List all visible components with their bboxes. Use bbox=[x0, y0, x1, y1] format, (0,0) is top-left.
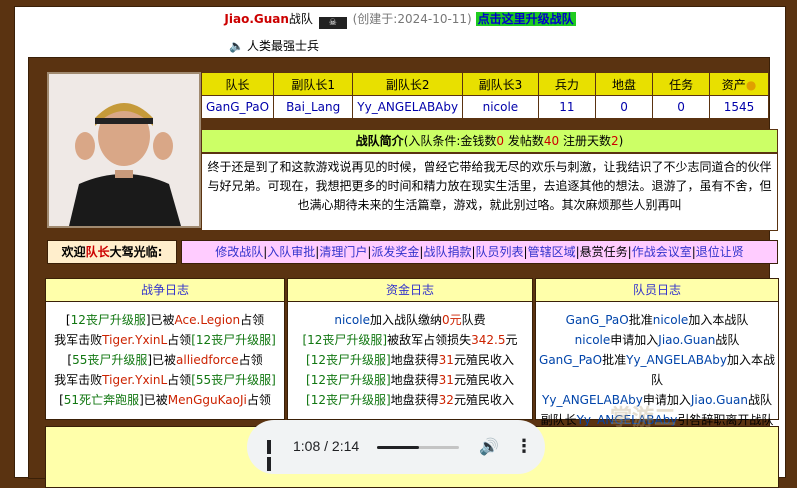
value-troops: 11 bbox=[537, 95, 597, 119]
header-leader: 队长 bbox=[200, 72, 275, 96]
war-log-title: 战争日志 bbox=[46, 279, 284, 302]
welcome-label: 欢迎队长大驾光临: bbox=[47, 240, 177, 264]
join-conditions: (入队条件:金钱数0 发帖数40 注册天数2) bbox=[403, 134, 624, 148]
upgrade-link[interactable]: 点击这里升级战队 bbox=[475, 12, 576, 26]
menu-edit-guild[interactable]: 修改战队 bbox=[215, 245, 263, 259]
info-value-row: GanG_PaO Bai_Lang Yy_ANGELABAby nicole 1… bbox=[200, 95, 769, 119]
header-vice1: 副队长1 bbox=[273, 72, 354, 96]
header-territory: 地盘 bbox=[595, 72, 654, 96]
war-log-line: [51死亡奔跑服]已被MenGguKaoJi占领 bbox=[59, 393, 271, 407]
menu-clean-members[interactable]: 清理门户 bbox=[319, 245, 367, 259]
menu-donate[interactable]: 战队捐款 bbox=[423, 245, 471, 259]
header-assets: 资产● bbox=[709, 72, 769, 96]
value-vice1[interactable]: Bai_Lang bbox=[273, 95, 354, 119]
info-header-row: 队长 副队长1 副队长2 副队长3 兵力 地盘 任务 资产● bbox=[200, 72, 769, 96]
value-tasks: 0 bbox=[652, 95, 711, 119]
guild-header: Jiao.Guan战队 ☠ (创建于:2024-10-11) 点击这里升级战队 bbox=[15, 11, 785, 29]
value-assets: 1545 bbox=[709, 95, 769, 119]
intro-text: 终于还是到了和这款游戏说再见的时候，曾经它带给我无尽的欢乐与刺激，让我结识了不少… bbox=[201, 153, 778, 231]
fund-log-title: 资金日志 bbox=[288, 279, 532, 302]
fund-log-line: nicole加入战队缴纳0元队费 bbox=[334, 313, 486, 327]
intro-title-bar: 战队简介(入队条件:金钱数0 发帖数40 注册天数2) bbox=[201, 129, 778, 153]
header-vice2: 副队长2 bbox=[352, 72, 464, 96]
pirate-flag-icon: ☠ bbox=[318, 17, 347, 29]
speaker-icon[interactable]: 🔈 bbox=[229, 39, 244, 53]
guild-name[interactable]: Jiao.Guan bbox=[224, 12, 289, 26]
menu-member-list[interactable]: 队员列表 bbox=[476, 245, 524, 259]
coin-icon: ● bbox=[745, 77, 757, 92]
watermark-logo: 掌游二 bbox=[610, 406, 677, 431]
header-troops: 兵力 bbox=[537, 72, 597, 96]
admin-menu: 修改战队|入队审批|清理门户|派发奖金|战队捐款|队员列表|管辖区域|悬赏任务|… bbox=[181, 240, 778, 264]
menu-join-approval[interactable]: 入队审批 bbox=[267, 245, 315, 259]
member-log-title: 队员日志 bbox=[536, 279, 778, 302]
member-log-line: GanG_PaO批准nicole加入本战队 bbox=[565, 313, 749, 327]
menu-bounty[interactable]: 悬赏任务 bbox=[580, 245, 628, 259]
pause-icon[interactable] bbox=[267, 440, 279, 471]
guild-word: 战队 bbox=[288, 12, 313, 26]
fund-log-line: [12丧尸升级服]地盘获得31元殖民收入 bbox=[306, 373, 514, 387]
member-log-line: GanG_PaO批准Yy_ANGELABAby加入本战队 bbox=[539, 353, 775, 387]
fund-log-line: [12丧尸升级服]被敌军占领损失342.5元 bbox=[302, 333, 518, 347]
audio-player: 1:08 / 2:14 🔊 ⋮ bbox=[247, 420, 545, 474]
time-total: 2:14 bbox=[331, 438, 360, 454]
header-vice3: 副队长3 bbox=[462, 72, 539, 96]
time-current: 1:08 bbox=[293, 438, 321, 454]
volume-icon[interactable]: 🔊 bbox=[479, 437, 499, 456]
war-log: 战争日志 [12丧尸升级服]已被Ace.Legion占领 我军击败Tiger.Y… bbox=[45, 278, 285, 420]
progress-track[interactable] bbox=[377, 446, 459, 449]
war-log-line: [55丧尸升级服]已被alliedforce占领 bbox=[67, 353, 263, 367]
value-territory: 0 bbox=[595, 95, 654, 119]
fund-log: 资金日志 nicole加入战队缴纳0元队费 [12丧尸升级服]被敌军占领损失34… bbox=[287, 278, 533, 420]
war-log-line: [12丧尸升级服]已被Ace.Legion占领 bbox=[65, 313, 265, 327]
menu-jurisdiction[interactable]: 管辖区域 bbox=[528, 245, 576, 259]
menu-distribute-bonus[interactable]: 派发奖金 bbox=[371, 245, 419, 259]
value-vice3[interactable]: nicole bbox=[462, 95, 539, 119]
intro-title: 战队简介 bbox=[355, 134, 404, 148]
member-log-line: nicole申请加入Jiao.Guan战队 bbox=[574, 333, 740, 347]
slogan-text: 人类最强士兵 bbox=[246, 39, 319, 53]
more-options-icon[interactable]: ⋮ bbox=[515, 436, 533, 457]
progress-fill bbox=[377, 446, 419, 449]
fund-log-line: [12丧尸升级服]地盘获得32元殖民收入 bbox=[306, 393, 514, 407]
value-vice2[interactable]: Yy_ANGELABAby bbox=[352, 95, 464, 119]
header-tasks: 任务 bbox=[652, 72, 711, 96]
member-log: 队员日志 GanG_PaO批准nicole加入本战队 nicole申请加入Jia… bbox=[535, 278, 779, 427]
war-log-body: [12丧尸升级服]已被Ace.Legion占领 我军击败Tiger.YxinL占… bbox=[46, 302, 284, 410]
guild-info-table: 队长 副队长1 副队长2 副队长3 兵力 地盘 任务 资产● GanG_PaO … bbox=[200, 72, 769, 119]
menu-abdicate[interactable]: 退位让贤 bbox=[696, 245, 744, 259]
value-leader[interactable]: GanG_PaO bbox=[200, 95, 275, 119]
war-log-line: 我军击败Tiger.YxinL占领[55丧尸升级服] bbox=[54, 373, 276, 387]
menu-war-room[interactable]: 作战会议室 bbox=[632, 245, 692, 259]
fund-log-line: [12丧尸升级服]地盘获得31元殖民收入 bbox=[306, 353, 514, 367]
war-log-line: 我军击败Tiger.YxinL占领[12丧尸升级服] bbox=[54, 333, 276, 347]
fund-log-body: nicole加入战队缴纳0元队费 [12丧尸升级服]被敌军占领损失342.5元 … bbox=[288, 302, 532, 410]
time-display: 1:08 / 2:14 bbox=[293, 438, 360, 454]
guild-slogan: 🔈 人类最强士兵 bbox=[229, 37, 319, 54]
created-date: (创建于:2024-10-11) bbox=[352, 12, 472, 26]
leader-photo bbox=[47, 72, 201, 228]
